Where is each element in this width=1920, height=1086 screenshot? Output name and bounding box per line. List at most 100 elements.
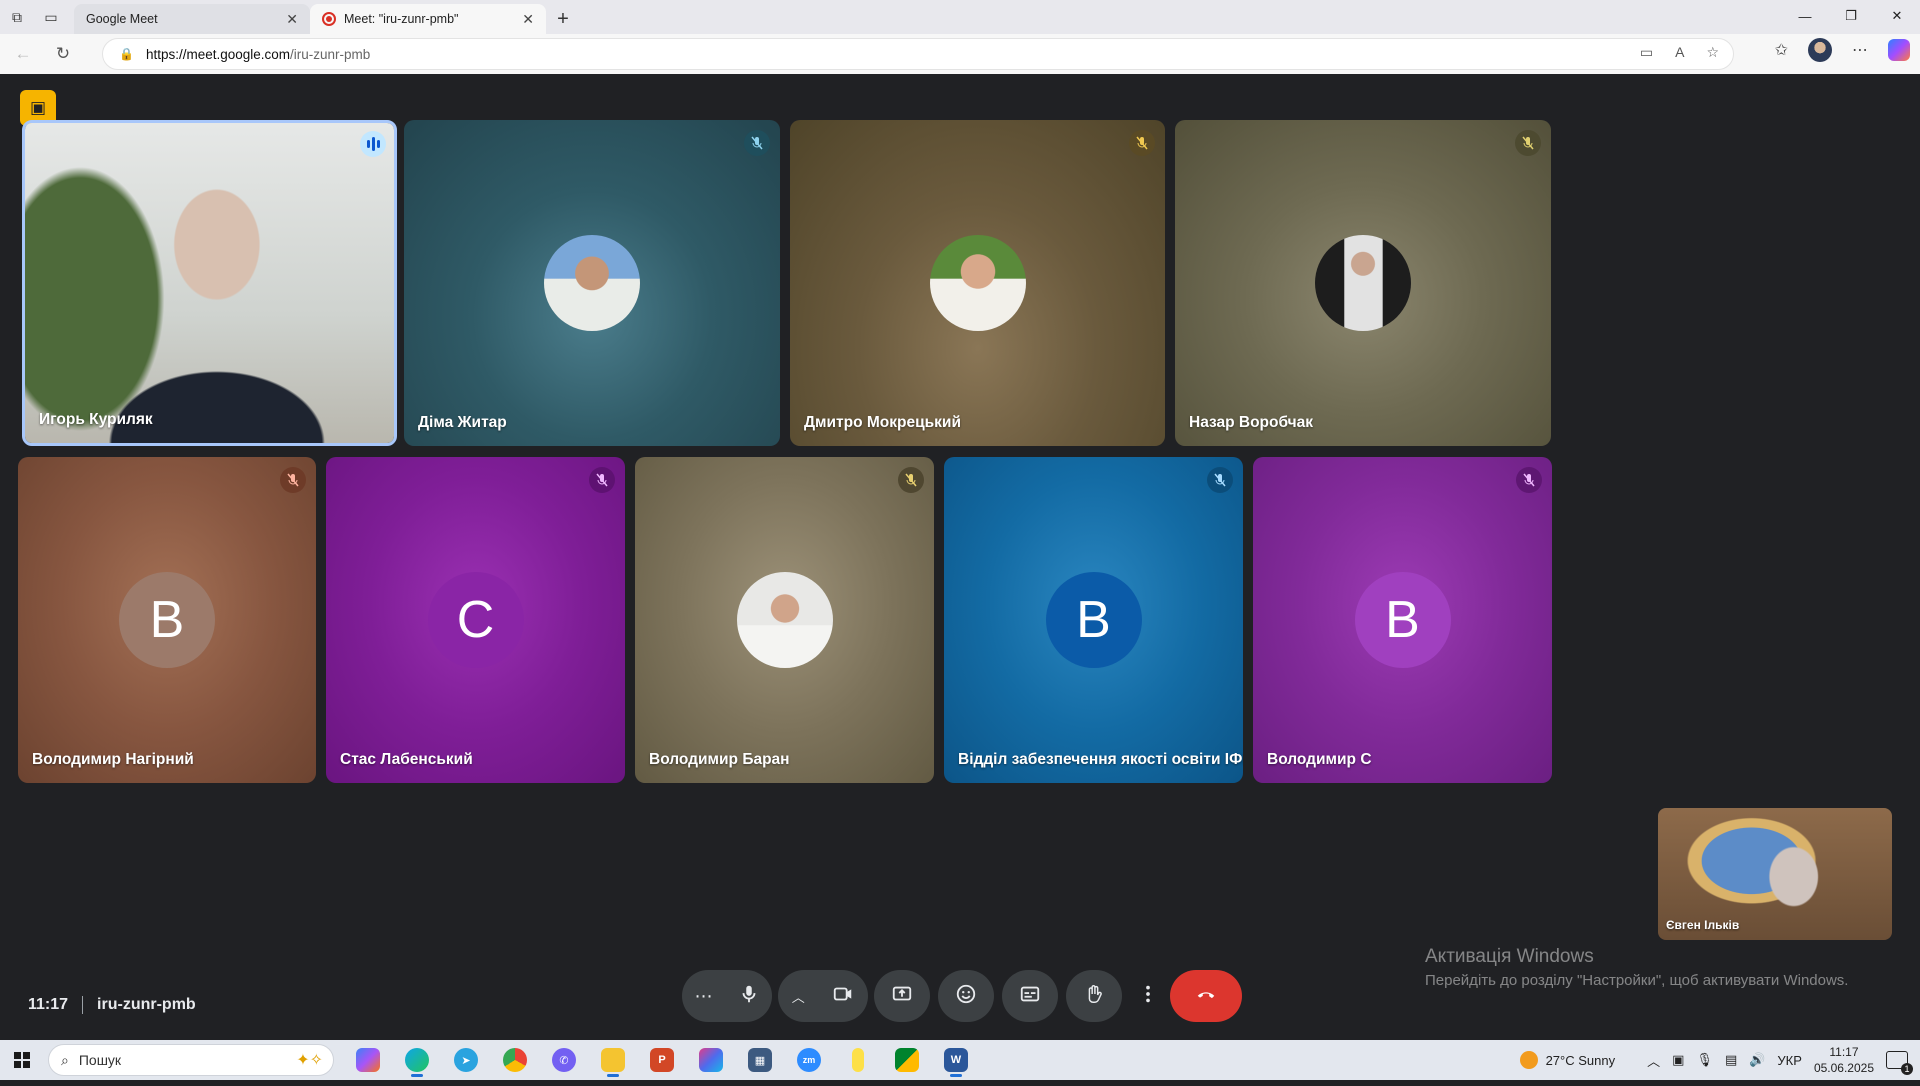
search-placeholder: Пошук — [78, 1052, 122, 1068]
url-field[interactable]: 🔒 https://meet.google.com/iru-zunr-pmb ▭… — [102, 38, 1734, 70]
participant-name: Дмитро Мокрецький — [804, 414, 961, 431]
read-aloud-icon[interactable]: A — [1675, 44, 1684, 61]
meet-tray-icon[interactable]: ▣ — [1672, 1052, 1684, 1068]
calculator-app-icon[interactable]: ▦ — [742, 1043, 778, 1077]
video-settings-chevron-icon[interactable]: ︿ — [792, 987, 805, 1006]
participant-tile[interactable]: В Володимир Нагірний — [18, 457, 316, 783]
raise-hand-button[interactable] — [1066, 970, 1122, 1022]
participant-name: Володимир Баран — [649, 751, 790, 768]
participant-tile[interactable]: В Володимир С — [1253, 457, 1552, 783]
chrome-app-icon[interactable] — [497, 1043, 533, 1077]
sticky-notes-app-icon[interactable] — [840, 1043, 876, 1077]
activation-subtitle: Перейдіть до розділу "Настройки", щоб ак… — [1425, 972, 1849, 989]
back-icon[interactable]: ← — [6, 38, 40, 70]
reactions-button[interactable] — [938, 970, 994, 1022]
favorite-star-icon[interactable]: ☆ — [1706, 44, 1719, 61]
mic-off-icon — [1515, 130, 1541, 156]
camera-icon[interactable] — [832, 983, 854, 1010]
clock-time: 11:17 — [1829, 1045, 1859, 1059]
mic-off-icon — [1129, 130, 1155, 156]
edge-app-icon[interactable] — [399, 1043, 435, 1077]
audio-settings-icon[interactable]: ⋯ — [695, 986, 713, 1007]
profile-avatar[interactable] — [1808, 38, 1832, 62]
participant-tile[interactable]: В Відділ забезпечення якості освіти ІФНТ… — [944, 457, 1243, 783]
tab-google-meet[interactable]: Google Meet ✕ — [74, 4, 310, 94]
clock[interactable]: 11:17 05.06.2025 — [1814, 1044, 1874, 1076]
meeting-details: 11:17 iru-zunr-pmb — [28, 996, 196, 1014]
copilot-app-icon[interactable] — [350, 1043, 386, 1077]
participant-tile[interactable]: С Стас Лабенський — [326, 457, 625, 783]
participant-name: Назар Воробчак — [1189, 414, 1314, 431]
maximize-icon[interactable]: ❐ — [1828, 0, 1874, 32]
meet-app-icon[interactable] — [889, 1043, 925, 1077]
microphone-icon[interactable] — [738, 983, 760, 1010]
network-icon[interactable]: ▤ — [1725, 1052, 1737, 1068]
word-app-icon[interactable]: W — [938, 1043, 974, 1077]
new-tab-button[interactable]: + — [546, 4, 580, 34]
tab-meet-call[interactable]: Meet: "iru-zunr-pmb" ✕ — [310, 4, 546, 94]
start-button[interactable] — [0, 1040, 44, 1080]
close-tab-icon[interactable]: ✕ — [286, 11, 298, 28]
minimize-icon[interactable]: — — [1782, 0, 1828, 32]
participant-avatar — [1315, 235, 1411, 331]
tab-actions-icon[interactable]: ▭ — [34, 0, 68, 34]
captions-button[interactable] — [1002, 970, 1058, 1022]
video-controls: ︿ — [778, 970, 868, 1022]
mic-off-icon — [1207, 467, 1233, 493]
tray-overflow-chevron-icon[interactable]: ︿ — [1647, 1051, 1660, 1070]
self-view-pip[interactable]: Євген Ільків — [1658, 808, 1892, 940]
more-options-button[interactable] — [1130, 970, 1166, 1022]
participant-initial: В — [1354, 572, 1451, 668]
volume-icon[interactable]: 🔊 — [1749, 1052, 1765, 1068]
more-menu-icon[interactable]: ⋯ — [1852, 40, 1868, 60]
favorites-icon[interactable]: ✩ — [1775, 40, 1788, 60]
microsoft365-app-icon[interactable] — [693, 1043, 729, 1077]
address-bar-row: ← ↻ 🔒 https://meet.google.com/iru-zunr-p… — [0, 34, 1920, 74]
mic-off-icon — [280, 467, 306, 493]
participant-tile[interactable]: Дмитро Мокрецький — [790, 120, 1165, 446]
recording-icon — [322, 12, 336, 26]
browser-tab-bar: ⧉ ▭ Google Meet ✕ Meet: "iru-zunr-pmb" ✕… — [0, 0, 1920, 94]
more-vert-icon — [1137, 983, 1159, 1010]
participant-tile[interactable]: Володимир Баран — [635, 457, 934, 783]
tray-mic-icon[interactable]: 🎙 — [1696, 1052, 1713, 1068]
clock-date: 05.06.2025 — [1813, 1061, 1874, 1075]
weather-widget[interactable]: 27°C Sunny — [1519, 1051, 1615, 1069]
participant-initial: С — [427, 572, 524, 668]
viber-app-icon[interactable]: ✆ — [546, 1043, 582, 1077]
audio-controls: ⋯ — [682, 970, 772, 1022]
participant-avatar — [929, 235, 1026, 331]
activation-title: Активація Windows — [1425, 946, 1594, 967]
captions-icon — [1019, 983, 1041, 1010]
present-screen-button[interactable] — [874, 970, 930, 1022]
close-window-icon[interactable]: ✕ — [1874, 0, 1920, 32]
notification-center-icon[interactable] — [1886, 1051, 1913, 1075]
meeting-code: iru-zunr-pmb — [97, 996, 196, 1013]
windows-taskbar: ⌕ Пошук ✦✧ ➤ ✆ P ▦ zm W 27°C Sunny ︿ ▣ 🎙… — [0, 1040, 1920, 1080]
zoom-app-icon[interactable]: zm — [791, 1043, 827, 1077]
taskbar-search[interactable]: ⌕ Пошук ✦✧ — [48, 1044, 334, 1076]
url-path: /iru-zunr-pmb — [290, 46, 371, 62]
file-explorer-app-icon[interactable] — [595, 1043, 631, 1077]
search-icon: ⌕ — [61, 1051, 69, 1068]
workspaces-icon[interactable]: ⧉ — [0, 0, 34, 34]
tab-title: Meet: "iru-zunr-pmb" — [344, 12, 459, 26]
tab-title: Google Meet — [86, 12, 158, 26]
language-indicator[interactable]: УКР — [1777, 1053, 1802, 1068]
powerpoint-app-icon[interactable]: P — [644, 1043, 680, 1077]
participant-tile[interactable]: Игорь Куриляк — [22, 120, 397, 446]
participant-name: Діма Житар — [418, 414, 507, 431]
participant-tile[interactable]: Назар Воробчак — [1175, 120, 1551, 446]
leave-call-button[interactable] — [1170, 970, 1242, 1022]
participant-tile[interactable]: Діма Житар — [404, 120, 780, 446]
close-tab-icon[interactable]: ✕ — [522, 11, 534, 28]
participant-name: Володимир С — [1267, 751, 1372, 768]
site-info-icon[interactable]: 🔒 — [119, 47, 134, 61]
camera-in-use-icon[interactable]: ▭ — [1640, 44, 1653, 61]
system-tray: 27°C Sunny ︿ ▣ 🎙 ▤ 🔊 УКР 11:17 05.06.202… — [1519, 1040, 1920, 1080]
refresh-icon[interactable]: ↻ — [46, 38, 80, 70]
copilot-icon[interactable] — [1888, 39, 1910, 61]
window-controls: — ❐ ✕ — [1782, 0, 1920, 32]
telegram-app-icon[interactable]: ➤ — [448, 1043, 484, 1077]
emoji-icon — [955, 983, 977, 1010]
